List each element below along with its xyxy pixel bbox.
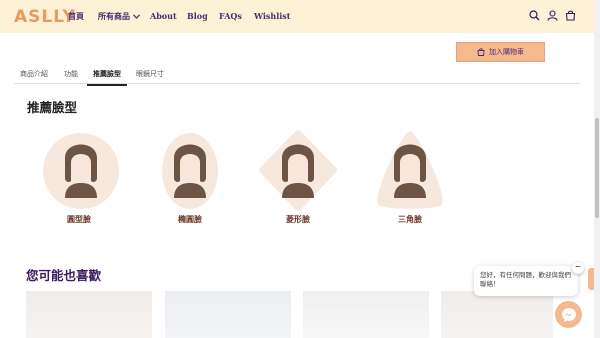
- messenger-icon: [561, 307, 576, 322]
- cart-icon[interactable]: [565, 10, 576, 21]
- tab-frame-size-label: 眼鏡尺寸: [136, 70, 164, 78]
- tabs-divider: [14, 83, 580, 84]
- chevron-down-icon: [133, 14, 140, 19]
- face-diamond: [259, 130, 337, 211]
- search-icon[interactable]: [529, 10, 540, 21]
- nav-faqs[interactable]: FAQs: [219, 11, 249, 21]
- add-to-cart-label: 加入購物車: [489, 48, 524, 56]
- tab-product-intro-label: 商品介紹: [20, 70, 48, 78]
- scrollbar-thumb[interactable]: [595, 118, 599, 218]
- nav-all-products-label: 所有商品: [98, 11, 130, 21]
- you-may-like-title: 您可能也喜歡: [26, 268, 102, 283]
- face-triangle: [377, 131, 443, 209]
- face-label-circle: 圓型臉: [67, 215, 91, 224]
- product-thumbnail-1[interactable]: [26, 291, 152, 338]
- product-thumbnail-4[interactable]: [441, 291, 553, 338]
- nav-blog[interactable]: Blog: [187, 11, 217, 21]
- chat-popup-message[interactable]: 您好，有任何問題，歡迎與我們聯絡！: [474, 266, 578, 296]
- product-thumbnail-3[interactable]: [303, 291, 429, 338]
- nav-home-label: 首頁: [68, 11, 84, 21]
- brand-logo[interactable]: ASLLY: [14, 7, 76, 27]
- nav-about-label: About: [150, 11, 177, 21]
- face-circle: [43, 133, 119, 209]
- add-to-cart-button[interactable]: 加入購物車: [456, 42, 545, 62]
- messenger-chat-button[interactable]: [555, 301, 582, 328]
- face-label-diamond: 菱形臉: [286, 215, 310, 224]
- site-header: ASLLY 首頁 所有商品 About Blog FAQs Wishlist: [0, 0, 594, 33]
- nav-about[interactable]: About: [150, 11, 190, 21]
- recommended-faces-title: 推薦臉型: [27, 100, 78, 115]
- product-thumbnail-2[interactable]: [165, 291, 291, 338]
- chat-close-button[interactable]: −: [572, 262, 584, 274]
- nav-wishlist-label: Wishlist: [254, 11, 291, 21]
- face-label-triangle: 三角臉: [398, 215, 422, 224]
- face-label-oval: 橢圓臉: [178, 215, 202, 224]
- tab-features-label: 功能: [64, 70, 78, 78]
- account-icon[interactable]: [547, 10, 558, 21]
- face-oval: [162, 133, 218, 209]
- nav-home[interactable]: 首頁: [68, 11, 98, 22]
- shopping-bag-icon: [477, 48, 485, 56]
- header-icons: [529, 10, 576, 21]
- side-tab-handle[interactable]: [588, 268, 594, 290]
- nav-wishlist[interactable]: Wishlist: [254, 11, 294, 21]
- nav-blog-label: Blog: [187, 11, 208, 21]
- nav-faqs-label: FAQs: [219, 11, 242, 21]
- nav-all-products[interactable]: 所有商品: [98, 11, 150, 22]
- tab-recommended-faces-label: 推薦臉型: [93, 70, 121, 78]
